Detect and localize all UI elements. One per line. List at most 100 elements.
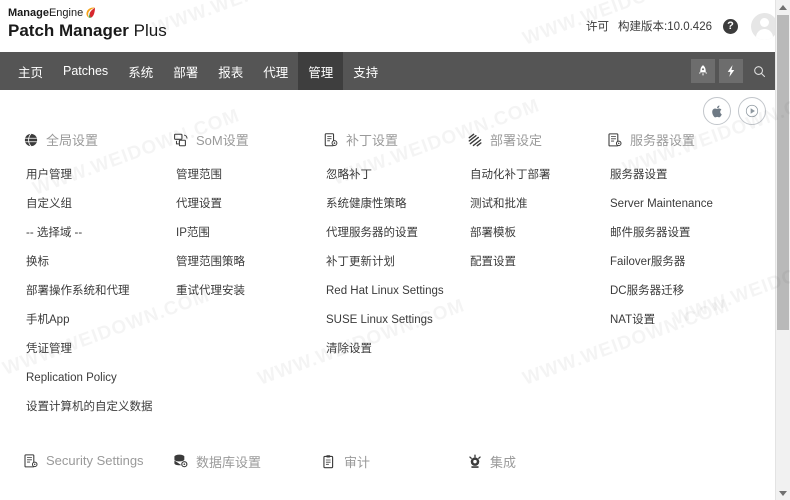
- manageengine-wordmark-light: Engine: [48, 7, 84, 19]
- page-scrollbar[interactable]: [775, 0, 790, 500]
- section-title: 补丁设置: [346, 133, 399, 148]
- nav-item-systems[interactable]: 系统: [118, 52, 163, 90]
- link-mail-server-settings[interactable]: 邮件服务器设置: [610, 219, 713, 248]
- header-right-group: 许可 构建版本:10.0.426 ?: [586, 0, 778, 52]
- link-patch-update-schedule[interactable]: 补丁更新计划: [326, 248, 444, 277]
- link-replication-policy[interactable]: Replication Policy: [26, 364, 153, 393]
- app-header: ManageEngine Patch Manager Plus 许可 构建版本:…: [0, 0, 790, 52]
- link-select-domain[interactable]: -- 选择域 --: [26, 219, 153, 248]
- section-links: 用户管理 自定义组 -- 选择域 -- 换标 部署操作系统和代理 手机App 凭…: [22, 161, 153, 422]
- user-avatar-icon[interactable]: [751, 12, 778, 40]
- section-title: 部署设定: [490, 133, 543, 148]
- section-links: 忽略补丁 系统健康性策略 代理服务器的设置 补丁更新计划 Red Hat Lin…: [322, 161, 444, 364]
- link-system-health-policy[interactable]: 系统健康性策略: [326, 190, 444, 219]
- play-video-icon[interactable]: [738, 97, 766, 125]
- link-test-and-approve[interactable]: 测试和批准: [470, 190, 551, 219]
- link-ip-range[interactable]: IP范围: [176, 219, 249, 248]
- nav-item-reports[interactable]: 报表: [208, 52, 253, 90]
- app-root: ManageEngine Patch Manager Plus 许可 构建版本:…: [0, 0, 790, 500]
- link-dc-server-migration[interactable]: DC服务器迁移: [610, 277, 713, 306]
- link-custom-computer-data[interactable]: 设置计算机的自定义数据: [26, 393, 153, 422]
- section-title: 数据库设置: [196, 455, 262, 470]
- scroll-up-arrow-icon[interactable]: [776, 0, 790, 14]
- section-title: 审计: [344, 455, 371, 470]
- link-cleanup-settings[interactable]: 清除设置: [326, 335, 444, 364]
- link-failover-server[interactable]: Failover服务器: [610, 248, 713, 277]
- nav-item-deployment[interactable]: 部署: [163, 52, 208, 90]
- product-logo[interactable]: ManageEngine Patch Manager Plus: [8, 6, 167, 41]
- section-database-settings[interactable]: 数据库设置: [172, 452, 261, 471]
- clipboard-audit-icon: [320, 453, 337, 470]
- section-links: 服务器设置 Server Maintenance 邮件服务器设置 Failove…: [606, 161, 713, 335]
- manageengine-wordmark: ManageEngine: [8, 6, 167, 20]
- section-header: 补丁设置: [322, 130, 444, 149]
- section-links: 管理范围 代理设置 IP范围 管理范围策略 重试代理安装: [172, 161, 249, 306]
- section-global-settings: 全局设置 用户管理 自定义组 -- 选择域 -- 换标 部署操作系统和代理 手机…: [22, 130, 153, 422]
- patch-settings-icon: [322, 131, 339, 148]
- section-title: Security Settings: [46, 453, 144, 468]
- link-som-policy[interactable]: 管理范围策略: [176, 248, 249, 277]
- section-integrations[interactable]: 集成: [466, 452, 516, 471]
- section-title: 集成: [490, 455, 517, 470]
- section-server-settings: 服务器设置 服务器设置 Server Maintenance 邮件服务器设置 F…: [606, 130, 713, 335]
- link-scope-of-management[interactable]: 管理范围: [176, 161, 249, 190]
- link-deployment-templates[interactable]: 部署模板: [470, 219, 551, 248]
- section-title: 全局设置: [46, 133, 99, 148]
- section-title: SoM设置: [196, 133, 249, 148]
- nav-item-support[interactable]: 支持: [343, 52, 388, 90]
- scrollbar-thumb[interactable]: [777, 15, 789, 330]
- link-redhat-linux-settings[interactable]: Red Hat Linux Settings: [326, 277, 444, 306]
- rocket-icon[interactable]: [691, 59, 715, 83]
- nav-item-agent[interactable]: 代理: [253, 52, 298, 90]
- nav-item-home[interactable]: 主页: [8, 52, 53, 90]
- link-rebranding[interactable]: 换标: [26, 248, 153, 277]
- help-question-icon[interactable]: ?: [723, 18, 738, 34]
- section-links: 自动化补丁部署 测试和批准 部署模板 配置设置: [466, 161, 551, 277]
- bottom-section-row: Security Settings 数据库设置 审计 集成: [0, 452, 776, 490]
- globe-icon: [22, 131, 39, 148]
- link-decline-patch[interactable]: 忽略补丁: [326, 161, 444, 190]
- security-settings-icon: [22, 452, 39, 469]
- link-proxy-server-settings[interactable]: 代理服务器的设置: [326, 219, 444, 248]
- section-header: SoM设置: [172, 130, 249, 149]
- lightning-bolt-icon[interactable]: [719, 59, 743, 83]
- apple-icon[interactable]: [703, 97, 731, 125]
- link-automated-patch-deployment[interactable]: 自动化补丁部署: [470, 161, 551, 190]
- product-name-light: Plus: [133, 21, 167, 40]
- scroll-down-arrow-icon[interactable]: [776, 486, 790, 500]
- section-patch-settings: 补丁设置 忽略补丁 系统健康性策略 代理服务器的设置 补丁更新计划 Red Ha…: [322, 130, 444, 364]
- link-agent-settings[interactable]: 代理设置: [176, 190, 249, 219]
- link-user-management[interactable]: 用户管理: [26, 161, 153, 190]
- link-server-settings[interactable]: 服务器设置: [610, 161, 713, 190]
- admin-settings-grid: 全局设置 用户管理 自定义组 -- 选择域 -- 换标 部署操作系统和代理 手机…: [0, 90, 776, 500]
- link-deploy-os-and-agent[interactable]: 部署操作系统和代理: [26, 277, 153, 306]
- product-name-bold: Patch Manager: [8, 21, 129, 40]
- link-mobile-app[interactable]: 手机App: [26, 306, 153, 335]
- link-credential-manager[interactable]: 凭证管理: [26, 335, 153, 364]
- section-title: 服务器设置: [630, 133, 696, 148]
- license-link[interactable]: 许可: [586, 18, 609, 34]
- floating-action-buttons: [703, 97, 766, 125]
- manageengine-wordmark-bold: Manage: [8, 7, 49, 19]
- product-name: Patch Manager Plus: [8, 21, 167, 41]
- link-custom-groups[interactable]: 自定义组: [26, 190, 153, 219]
- section-som-settings: SoM设置 管理范围 代理设置 IP范围 管理范围策略 重试代理安装: [172, 130, 249, 306]
- nav-item-admin[interactable]: 管理: [298, 52, 344, 90]
- nav-item-patches[interactable]: Patches: [53, 52, 118, 90]
- main-navigation-bar: 主页 Patches 系统 部署 报表 代理 管理 支持: [0, 52, 790, 90]
- deployment-icon: [466, 131, 483, 148]
- section-header: 全局设置: [22, 130, 153, 149]
- search-icon[interactable]: [747, 59, 771, 83]
- link-server-maintenance[interactable]: Server Maintenance: [610, 190, 713, 219]
- section-deployment-settings: 部署设定 自动化补丁部署 测试和批准 部署模板 配置设置: [466, 130, 551, 277]
- section-security-settings[interactable]: Security Settings: [22, 452, 144, 469]
- link-nat-settings[interactable]: NAT设置: [610, 306, 713, 335]
- link-retry-agent-install[interactable]: 重试代理安装: [176, 277, 249, 306]
- server-settings-icon: [606, 131, 623, 148]
- link-suse-linux-settings[interactable]: SUSE Linux Settings: [326, 306, 444, 335]
- manageengine-swoosh-icon: [84, 6, 97, 19]
- section-audit[interactable]: 审计: [320, 452, 370, 471]
- integration-icon: [466, 453, 483, 470]
- scope-of-management-icon: [172, 131, 189, 148]
- link-deployment-configuration[interactable]: 配置设置: [470, 248, 551, 277]
